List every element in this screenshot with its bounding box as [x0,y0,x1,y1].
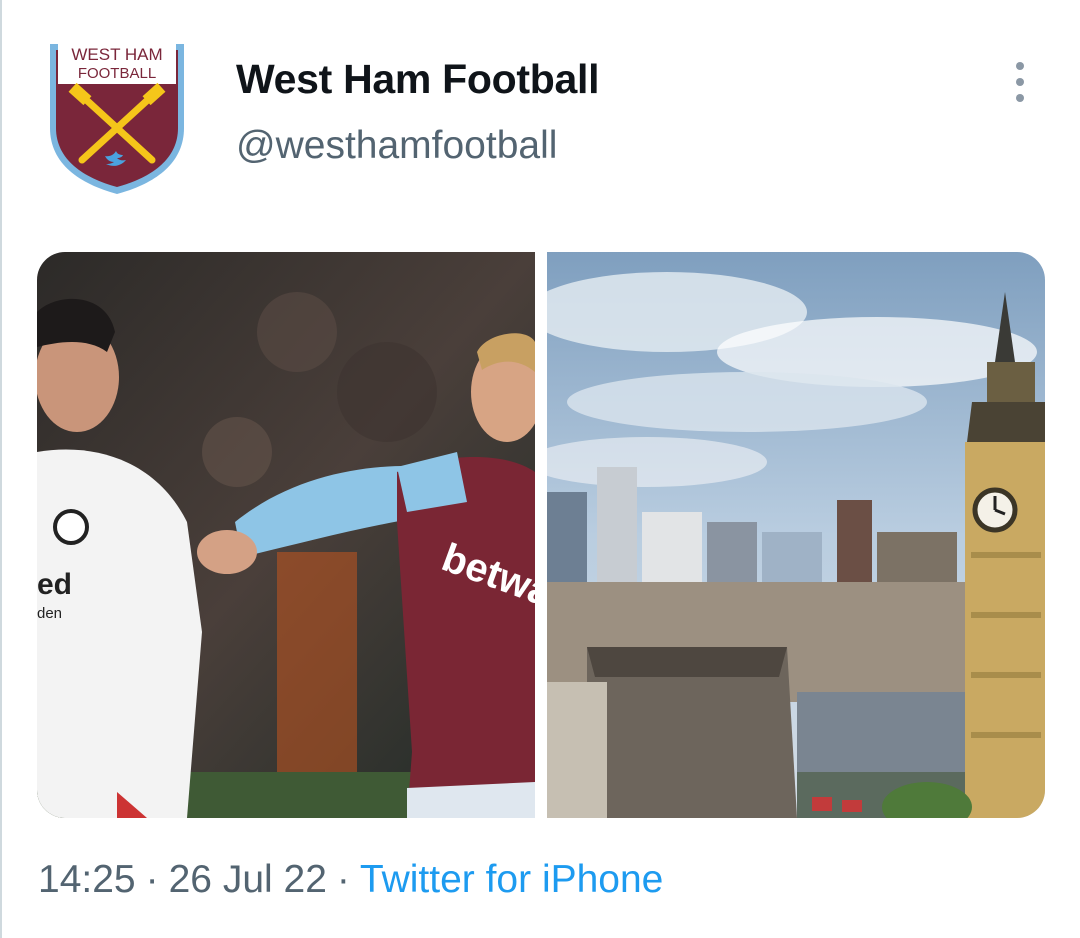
tweet-date[interactable]: 26 Jul 22 [169,858,327,901]
west-ham-crest-icon: WEST HAM FOOTBALL [50,42,184,194]
svg-text:ed: ed [37,568,72,601]
profile-avatar[interactable]: WEST HAM FOOTBALL [44,36,190,196]
more-options-icon[interactable] [1004,58,1036,106]
more-dot [1016,62,1024,70]
tweet-source-link[interactable]: Twitter for iPhone [360,858,663,901]
meta-separator: · [145,858,159,901]
tweet-time[interactable]: 14:25 [38,858,136,901]
meta-separator: · [336,858,350,901]
tweet-media-grid: ed den betway [37,252,1045,818]
author-display-name[interactable]: West Ham Football [236,56,599,103]
more-dot [1016,78,1024,86]
tweet-metadata: 14:25 · 26 Jul 22 · Twitter for iPhone [38,858,663,902]
svg-text:den: den [37,605,62,622]
crest-text-top: WEST HAM [71,45,162,64]
football-match-photo[interactable]: ed den betway [37,252,535,818]
london-skyline-photo[interactable] [547,252,1045,818]
crest-text-bottom: FOOTBALL [78,65,156,82]
more-dot [1016,94,1024,102]
author-handle[interactable]: @westhamfootball [236,124,557,168]
timeline-divider [0,0,2,938]
